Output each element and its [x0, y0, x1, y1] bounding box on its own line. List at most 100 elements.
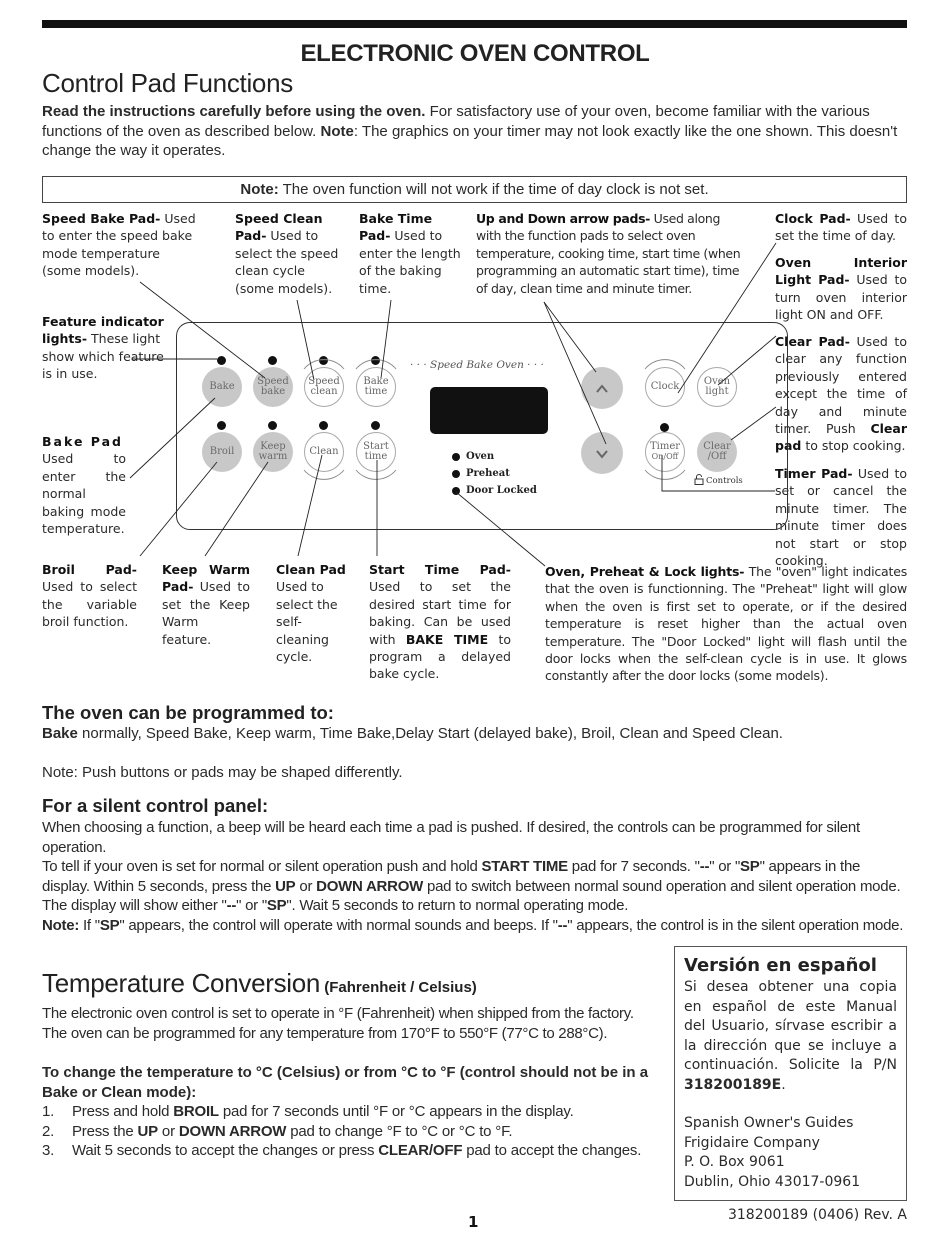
pad-label: Start time	[363, 440, 389, 462]
padlock-icon	[694, 474, 704, 488]
pad-label: Speed clean	[308, 375, 340, 397]
oven-light-dot	[452, 452, 460, 461]
preheat-light-dot	[452, 469, 460, 478]
indicator-light-keep-warm	[268, 421, 277, 430]
temperature-intro: The electronic oven control is set to op…	[42, 1005, 634, 1042]
programmed-text: Bake normally, Speed Bake, Keep warm, Ti…	[42, 724, 912, 744]
callout-bold: BAKE TIME	[405, 631, 489, 647]
pad-label: Keep warm	[258, 440, 288, 462]
note-label: Note:	[240, 181, 279, 198]
callout-bake: Bake Pad Used to enter the normal baking …	[42, 433, 126, 537]
callout-title: Bake Pad	[42, 434, 123, 449]
door-locked-indicator: Door Locked	[452, 485, 537, 496]
oven-indicator: Oven	[452, 451, 494, 462]
clean-pad[interactable]: Clean	[304, 432, 344, 472]
callout-text: The "oven" light indicates that the oven…	[545, 564, 908, 684]
callout-clock: Clock Pad- Used to set the time of day.	[775, 210, 907, 245]
programmed-bold: Bake	[42, 725, 78, 742]
silent-paragraph-2: To tell if your oven is set for normal o…	[42, 858, 901, 914]
pad-label: Speed bake	[257, 375, 289, 397]
pads-shape-note: Note: Push buttons or pads may be shaped…	[42, 764, 403, 781]
callout-speed-bake: Speed Bake Pad- Used to enter the speed …	[42, 210, 202, 280]
clear-off-pad[interactable]: Clear/Off	[697, 432, 737, 472]
top-rule	[42, 20, 907, 28]
indicator-light-broil	[217, 421, 226, 430]
speed-bake-pad[interactable]: Speed bake	[253, 367, 293, 407]
document-code: 318200189 (0406) Rev. A	[727, 1207, 907, 1223]
indicator-light-bake-time	[371, 356, 380, 365]
callout-text: Used to select the self-cleaning cycle.	[276, 579, 338, 665]
programmed-list: normally, Speed Bake, Keep warm, Time Ba…	[77, 725, 783, 742]
bake-pad[interactable]: Bake	[202, 367, 242, 407]
broil-pad[interactable]: Broil	[202, 432, 242, 472]
section-title: Control Pad Functions	[42, 68, 293, 98]
callout-speed-clean: Speed Clean Pad- Used to select the spee…	[235, 210, 340, 297]
callout-text: to stop cooking.	[801, 438, 906, 454]
indicator-light-start-time	[371, 421, 380, 430]
callout-title: Broil Pad-	[42, 562, 137, 577]
address-line: P. O. Box 9061	[684, 1154, 785, 1170]
bake-time-pad[interactable]: Bake time	[356, 367, 396, 407]
callout-text: Used to enter the normal baking mode tem…	[42, 451, 126, 537]
callout-clear: Clear Pad- Used to clear any function pr…	[775, 333, 907, 455]
step-item: 1. Press and hold BROIL pad for 7 seconds…	[42, 1103, 574, 1120]
callout-title: Start Time Pad-	[369, 562, 511, 577]
intro-paragraph: Read the instructions carefully before u…	[42, 102, 912, 161]
pad-label: Clean	[309, 445, 339, 457]
controls-text: Controls	[706, 476, 743, 486]
intro-bold-lead: Read the instructions carefully before u…	[42, 103, 426, 120]
speed-bake-oven-label: · · · Speed Bake Oven · · ·	[410, 359, 544, 371]
indicator-light-bake	[217, 356, 226, 365]
chevron-down-icon	[595, 444, 609, 463]
note-text: The oven function will not work if the t…	[278, 181, 709, 198]
silent-paragraph-1: When choosing a function, a beep will be…	[42, 819, 860, 856]
keep-warm-pad[interactable]: Keep warm	[253, 432, 293, 472]
step-item: 2. Press the UP or DOWN ARROW pad to chan…	[42, 1122, 513, 1140]
callout-broil: Broil Pad- Used to select the variable br…	[42, 561, 137, 631]
clock-pad[interactable]: Clock	[645, 367, 685, 407]
page-number: 1	[468, 1213, 479, 1231]
indicator-light-clean	[319, 421, 328, 430]
callout-title: Speed Bake Pad-	[42, 211, 161, 226]
callout-clean: Clean Pad Used to select the self-cleanin…	[276, 561, 348, 665]
preheat-indicator: Preheat	[452, 468, 510, 479]
down-arrow-pad[interactable]	[581, 432, 623, 474]
start-time-pad[interactable]: Start time	[356, 432, 396, 472]
pad-label: Broil	[209, 445, 235, 457]
callout-arrow-pads: Up and Down arrow pads- Used along with …	[476, 210, 748, 297]
callout-title: Clean Pad	[276, 562, 346, 577]
callout-keep-warm: Keep Warm Pad- Used to set the Keep Warm…	[162, 561, 250, 648]
pad-label: Timer On/Off	[649, 440, 681, 461]
spanish-address: Spanish Owner's Guides Frigidaire Compan…	[684, 1114, 897, 1192]
pad-label: Clear/Off	[703, 440, 731, 462]
pad-label: Clock	[650, 380, 680, 392]
indicator-label: Door Locked	[466, 485, 537, 496]
pad-label: Oven light	[703, 375, 731, 397]
silent-body: When choosing a function, a beep will be…	[42, 818, 910, 935]
temperature-steps: 1. Press and hold BROIL pad for 7 seconds…	[42, 1102, 672, 1161]
lock-controls-label: Controls	[694, 474, 743, 488]
timer-pad[interactable]: Timer On/Off	[645, 432, 685, 472]
indicator-light-speed-bake	[268, 356, 277, 365]
callout-timer: Timer Pad- Used to set or cancel the min…	[775, 465, 907, 569]
spanish-heading: Versión en español	[684, 955, 877, 976]
callout-text: Used to select the variable broil functi…	[42, 579, 137, 630]
oven-light-pad[interactable]: Oven light	[697, 367, 737, 407]
speed-clean-pad[interactable]: Speed clean	[304, 367, 344, 407]
spanish-version-box: Versión en español Si desea obtener una …	[674, 946, 907, 1201]
spanish-text: Si desea obtener una copia en español de…	[684, 979, 897, 1093]
silent-heading: For a silent control panel:	[42, 795, 269, 816]
callout-start-time: Start Time Pad- Used to set the desired …	[369, 561, 511, 683]
callout-title: Clock Pad-	[775, 211, 851, 226]
address-line: Dublin, Ohio 43017-0961	[684, 1173, 861, 1190]
intro-note-label: Note	[320, 122, 354, 140]
indicator-light-timer	[660, 423, 669, 432]
callout-title: Up and Down arrow pads-	[476, 211, 651, 226]
spanish-part-number: 318200189E	[684, 1076, 782, 1093]
address-line: Frigidaire Company	[684, 1134, 820, 1151]
address-line: Spanish Owner's Guides	[684, 1115, 854, 1131]
up-arrow-pad[interactable]	[581, 367, 623, 409]
temperature-change-heading: To change the temperature to °C (Celsius…	[42, 1064, 649, 1101]
temperature-subtitle: (Fahrenheit / Celsius)	[320, 979, 477, 996]
oven-display	[430, 387, 548, 434]
